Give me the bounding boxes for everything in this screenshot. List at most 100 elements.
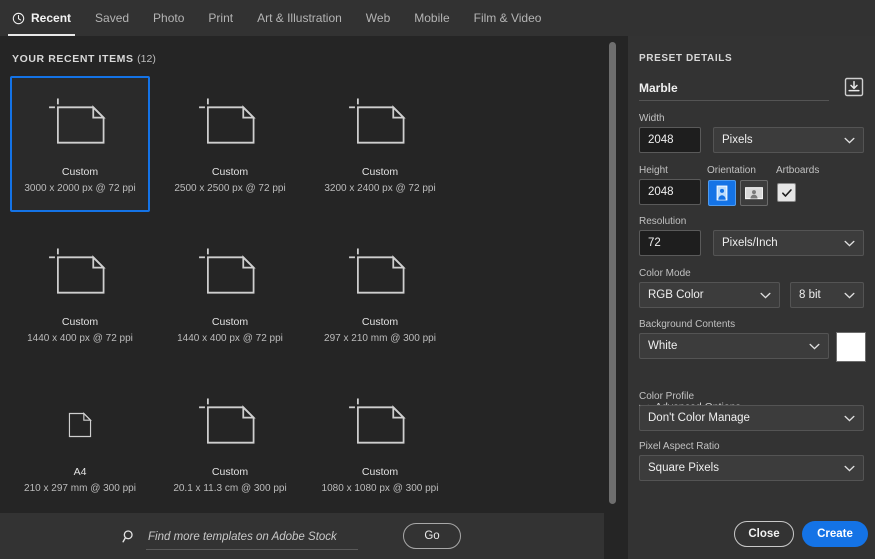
chevron-down-icon (844, 137, 855, 144)
document-icon (344, 386, 416, 464)
tab-label: Art & Illustration (257, 11, 342, 25)
chevron-down-icon (844, 240, 855, 247)
items-scrollbar-thumb[interactable] (609, 42, 616, 504)
tab-label: Print (208, 11, 234, 25)
color-mode-label: Color Mode (639, 268, 691, 279)
stock-search-input[interactable] (146, 530, 358, 544)
pixel-aspect-ratio-select[interactable]: Square Pixels (639, 455, 864, 481)
resolution-unit-select[interactable]: Pixels/Inch (713, 230, 864, 256)
stock-search-field[interactable] (122, 525, 358, 550)
recent-item-title: Custom (211, 316, 249, 328)
tab-recent[interactable]: Recent (0, 0, 83, 36)
width-unit-select[interactable]: Pixels (713, 127, 864, 153)
search-icon (122, 530, 133, 543)
recent-item-title: Custom (211, 466, 249, 478)
landscape-icon (745, 187, 763, 200)
recent-item-title: Custom (61, 166, 99, 178)
background-color-swatch[interactable] (836, 332, 866, 362)
tab-film-video[interactable]: Film & Video (462, 0, 554, 36)
chevron-down-icon (809, 343, 820, 350)
recent-items-heading: YOUR RECENT ITEMS (12) (12, 53, 156, 65)
close-button[interactable]: Close (734, 521, 794, 547)
recent-item-title: Custom (361, 316, 399, 328)
width-input[interactable] (639, 127, 701, 153)
orientation-portrait-button[interactable] (708, 180, 736, 206)
recent-item-title: A4 (73, 466, 87, 478)
recent-item-size: 1440 x 400 px @ 72 ppi (27, 333, 133, 344)
tab-label: Mobile (414, 11, 450, 25)
recent-items-count: (12) (137, 53, 156, 65)
width-label: Width (639, 113, 665, 124)
background-contents-select[interactable]: White (639, 333, 829, 359)
recent-item-card[interactable]: A4 210 x 297 mm @ 300 ppi (10, 376, 150, 512)
recent-item-card[interactable]: Custom 3200 x 2400 px @ 72 ppi (310, 76, 450, 212)
template-category-tabs: Recent Saved Photo Print Art & Illustrat… (0, 0, 875, 36)
tab-web[interactable]: Web (354, 0, 402, 36)
pixel-aspect-ratio-label: Pixel Aspect Ratio (639, 441, 720, 452)
adobe-stock-bar: Go (0, 513, 604, 559)
save-preset-icon[interactable] (844, 77, 864, 97)
tab-print[interactable]: Print (196, 0, 245, 36)
tab-art-illustration[interactable]: Art & Illustration (245, 0, 354, 36)
tab-photo[interactable]: Photo (141, 0, 196, 36)
recent-item-size: 3200 x 2400 px @ 72 ppi (324, 183, 436, 194)
recent-item-card[interactable]: Custom 1440 x 400 px @ 72 ppi (160, 226, 300, 362)
portrait-icon (716, 185, 728, 201)
recent-items-grid: Custom 3000 x 2000 px @ 72 ppi Custom 2500 … (10, 76, 606, 513)
orientation-landscape-button[interactable] (740, 180, 768, 206)
create-button[interactable]: Create (802, 521, 868, 547)
document-outline (68, 412, 92, 438)
recent-item-card-selected[interactable]: Custom 3000 x 2000 px @ 72 ppi (10, 76, 150, 212)
resolution-input[interactable] (639, 230, 701, 256)
new-document-dialog: Recent Saved Photo Print Art & Illustrat… (0, 0, 875, 559)
artboards-label: Artboards (776, 165, 820, 176)
bit-depth-value: 8 bit (799, 289, 821, 301)
tab-label: Saved (95, 11, 130, 25)
recent-item-title: Custom (361, 466, 399, 478)
background-contents-value: White (648, 340, 678, 352)
recent-item-size: 3000 x 2000 px @ 72 ppi (24, 183, 136, 194)
recent-item-card[interactable]: Custom 2500 x 2500 px @ 72 ppi (160, 76, 300, 212)
recent-item-title: Custom (61, 316, 99, 328)
document-icon (44, 86, 116, 164)
color-profile-label: Color Profile (639, 391, 695, 402)
chevron-down-icon (844, 415, 855, 422)
color-mode-value: RGB Color (648, 289, 704, 301)
preset-details-title: PRESET DETAILS (639, 53, 733, 64)
recent-item-size: 2500 x 2500 px @ 72 ppi (174, 183, 286, 194)
recent-item-size: 1440 x 400 px @ 72 ppi (177, 333, 283, 344)
stock-go-button[interactable]: Go (403, 523, 461, 549)
document-outline (349, 398, 406, 444)
recent-item-size: 297 x 210 mm @ 300 ppi (324, 333, 436, 344)
orientation-label: Orientation (707, 165, 756, 176)
tab-saved[interactable]: Saved (83, 0, 141, 36)
document-outline (199, 248, 256, 294)
document-icon (44, 236, 116, 314)
document-outline (349, 98, 406, 144)
tab-mobile[interactable]: Mobile (402, 0, 461, 36)
chevron-down-icon (760, 292, 771, 299)
recent-item-card[interactable]: Custom 1080 x 1080 px @ 300 ppi (310, 376, 450, 512)
tab-label: Photo (153, 11, 185, 25)
bit-depth-select[interactable]: 8 bit (790, 282, 864, 308)
preset-name-row (639, 76, 864, 102)
artboards-checkbox[interactable] (777, 183, 796, 202)
color-profile-value: Don't Color Manage (648, 412, 750, 424)
recent-item-card[interactable]: Custom 297 x 210 mm @ 300 ppi (310, 226, 450, 362)
color-mode-select[interactable]: RGB Color (639, 282, 780, 308)
preset-details-panel: PRESET DETAILS Width Pixels Height Orien… (628, 36, 875, 559)
recent-item-size: 1080 x 1080 px @ 300 ppi (321, 483, 439, 494)
preset-name-input[interactable] (639, 76, 829, 101)
document-icon (344, 86, 416, 164)
document-outline (199, 98, 256, 144)
recent-item-size: 20.1 x 11.3 cm @ 300 ppi (173, 483, 287, 494)
clock-icon (12, 12, 25, 24)
recent-item-card[interactable]: Custom 20.1 x 11.3 cm @ 300 ppi (160, 376, 300, 512)
document-icon (344, 236, 416, 314)
recent-item-title: Custom (361, 166, 399, 178)
document-icon (194, 86, 266, 164)
chevron-down-icon (844, 292, 855, 299)
height-input[interactable] (639, 179, 701, 205)
color-profile-select[interactable]: Don't Color Manage (639, 405, 864, 431)
recent-item-card[interactable]: Custom 1440 x 400 px @ 72 ppi (10, 226, 150, 362)
